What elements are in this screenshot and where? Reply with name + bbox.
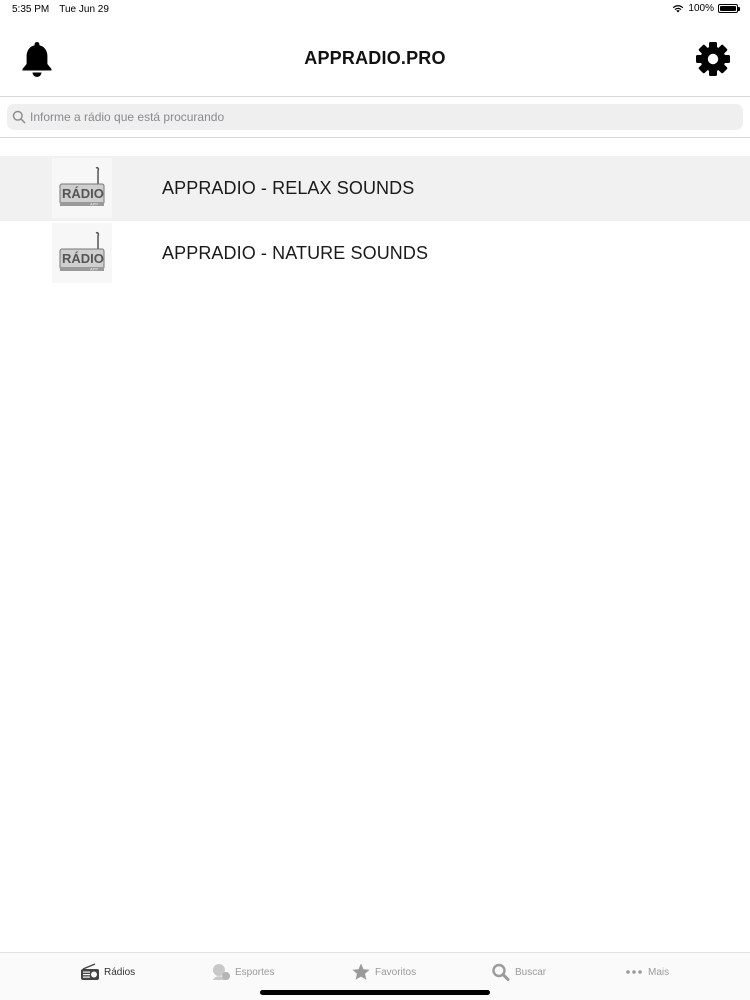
home-indicator[interactable]: [260, 990, 490, 995]
svg-text:APP: APP: [90, 267, 98, 272]
battery-percent: 100%: [688, 3, 714, 14]
svg-text:RÁDIO: RÁDIO: [62, 251, 104, 266]
more-icon: [626, 970, 642, 974]
gear-icon: [696, 42, 730, 76]
station-name: APPRADIO - NATURE SOUNDS: [162, 243, 429, 263]
tab-label: Favoritos: [375, 966, 417, 978]
station-name: APPRADIO - RELAX SOUNDS: [162, 178, 415, 198]
status-left: 5:35 PM Tue Jun 29: [12, 4, 109, 15]
tab-favoritos[interactable]: Favoritos: [351, 963, 416, 981]
search-icon: [492, 963, 510, 981]
wifi-icon: [673, 5, 684, 13]
station-logo: RÁDIO APP: [52, 223, 112, 283]
search-field[interactable]: [7, 104, 743, 130]
station-list: RÁDIO APP APPRADIO - RELAX SOUNDS RÁDIO …: [0, 156, 750, 286]
radio-logo-icon: RÁDIO APP: [59, 167, 105, 207]
search-area: [0, 97, 750, 138]
radio-logo-icon: RÁDIO APP: [59, 232, 105, 272]
tab-mais[interactable]: Mais: [624, 963, 669, 981]
battery-icon: [718, 4, 740, 13]
magnifier-icon: [12, 110, 26, 124]
nav-bar: APPRADIO.PRO: [0, 18, 750, 97]
radio-icon: [81, 963, 99, 980]
station-row[interactable]: RÁDIO APP APPRADIO - NATURE SOUNDS: [0, 221, 750, 286]
status-date: Tue Jun 29: [59, 4, 109, 15]
station-row[interactable]: RÁDIO APP APPRADIO - RELAX SOUNDS: [0, 156, 750, 221]
svg-text:RÁDIO: RÁDIO: [62, 186, 104, 201]
tab-esportes[interactable]: Esportes: [211, 963, 274, 981]
tab-label: Buscar: [515, 966, 547, 978]
tab-label: Mais: [648, 966, 670, 978]
status-right: 100%: [672, 3, 740, 14]
tab-label: Esportes: [235, 966, 275, 978]
search-input[interactable]: [30, 110, 730, 124]
sports-icon: [213, 964, 230, 980]
tab-radios[interactable]: Rádios: [80, 963, 135, 981]
station-logo: RÁDIO APP: [52, 158, 112, 218]
status-time: 5:35 PM: [12, 4, 50, 15]
page-title: APPRADIO.PRO: [304, 48, 446, 68]
star-icon: [352, 963, 370, 980]
status-bar: 5:35 PM Tue Jun 29 100%: [0, 0, 750, 18]
settings-button[interactable]: [694, 40, 732, 78]
svg-text:APP: APP: [90, 202, 98, 207]
tab-label: Rádios: [104, 966, 136, 978]
tab-buscar[interactable]: Buscar: [491, 963, 546, 981]
